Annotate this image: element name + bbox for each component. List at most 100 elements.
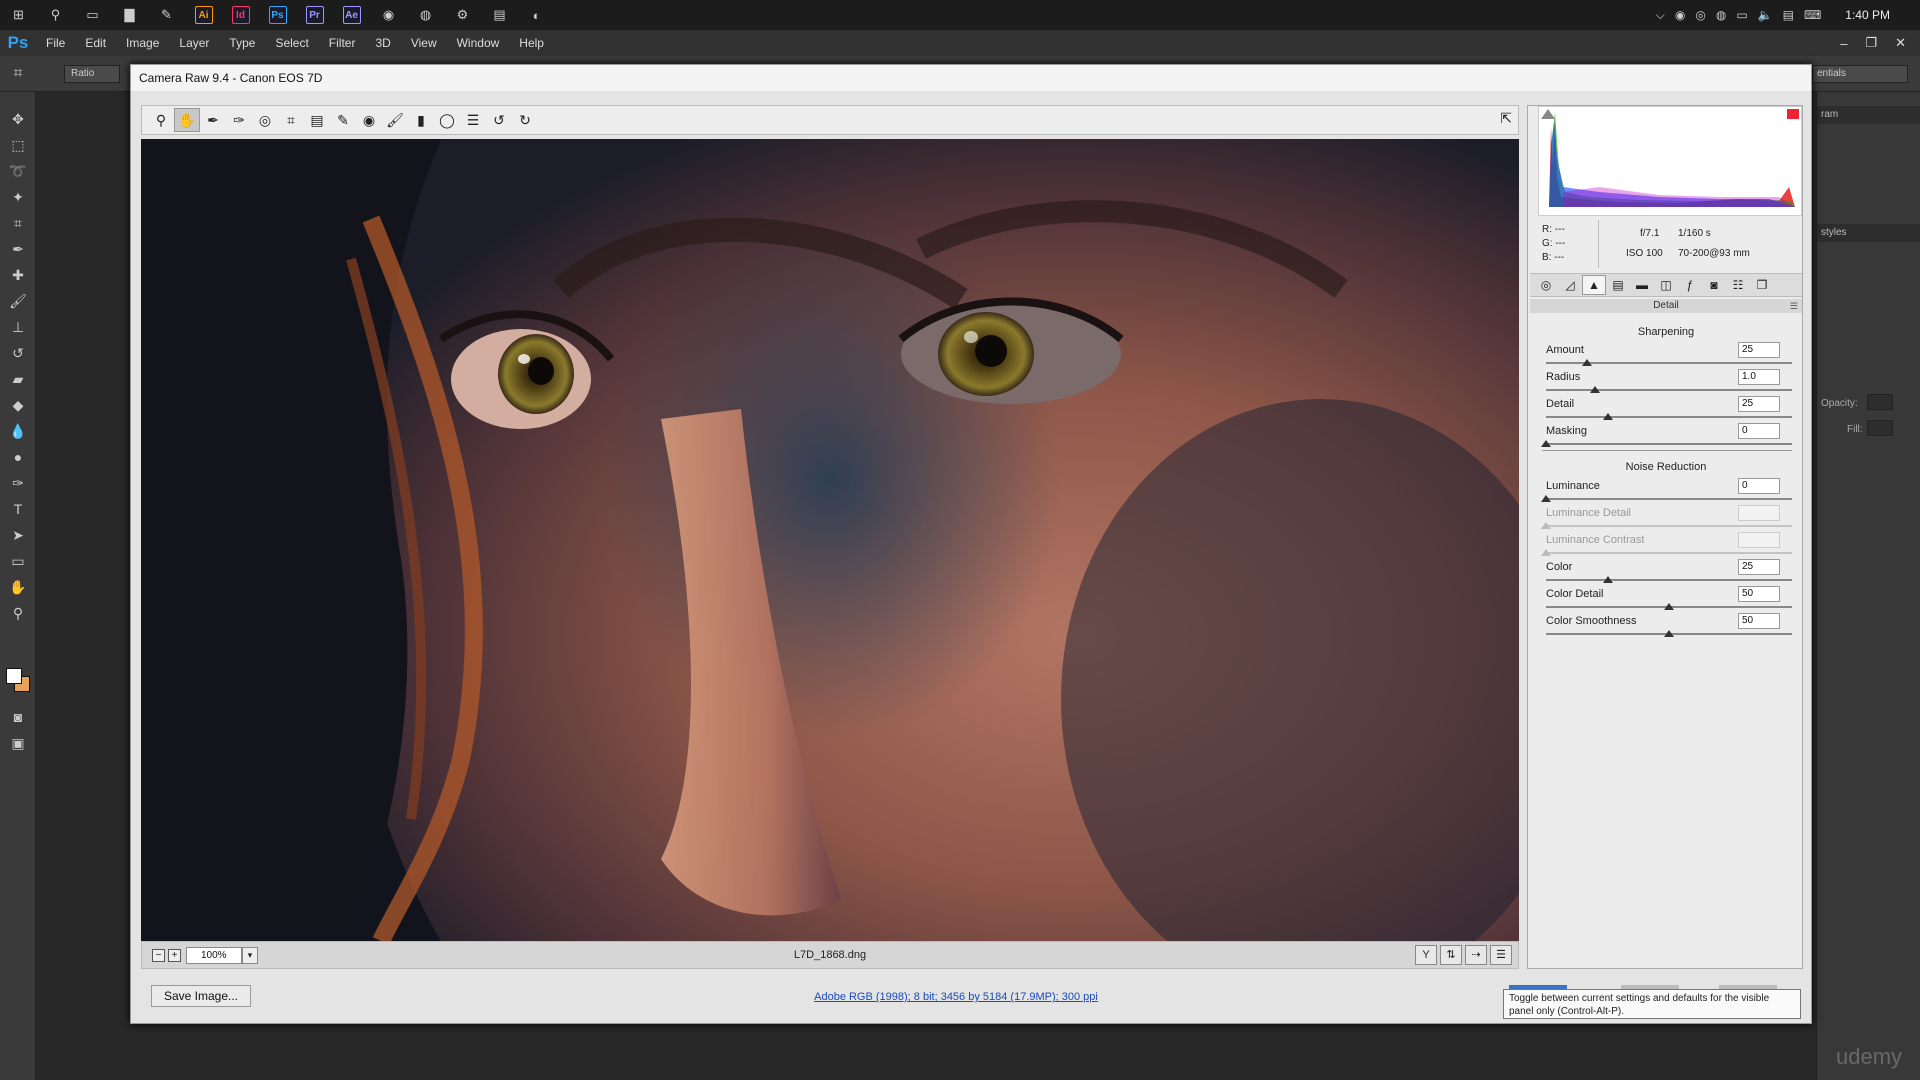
slider-thumb[interactable] xyxy=(1541,440,1551,447)
minimize-icon[interactable]: – xyxy=(1840,36,1847,51)
menu-window[interactable]: Window xyxy=(447,36,510,50)
detail-tab-icon[interactable]: ▲ xyxy=(1582,275,1606,295)
path-selection-tool-icon[interactable]: ➤ xyxy=(0,522,36,548)
quick-mask-icon[interactable]: ◙ xyxy=(0,704,36,730)
lasso-tool-icon[interactable]: ➰ xyxy=(0,158,36,184)
crop-tool-icon[interactable]: ⌗ xyxy=(278,108,304,132)
slider-thumb[interactable] xyxy=(1664,603,1674,610)
snapshots-tab-icon[interactable]: ❐ xyxy=(1750,275,1774,295)
clock[interactable]: 1:40 PM xyxy=(1845,8,1890,22)
adjustment-brush-icon[interactable]: 🖌 xyxy=(382,108,408,132)
eraser-tool-icon[interactable]: ▰ xyxy=(0,366,36,392)
slider-thumb[interactable] xyxy=(1602,413,1613,420)
lens-corrections-tab-icon[interactable]: ◫ xyxy=(1654,275,1678,295)
zoom-tool-icon[interactable]: ⚲ xyxy=(148,108,174,132)
hand-tool-icon[interactable]: ✋ xyxy=(174,108,200,132)
rectangle-tool-icon[interactable]: ▭ xyxy=(0,548,36,574)
browser-1-icon[interactable]: ◉ xyxy=(370,0,407,30)
slider-thumb[interactable] xyxy=(1602,576,1613,583)
opacity-field[interactable] xyxy=(1867,394,1893,410)
color-smoothness-value-field[interactable]: 50 xyxy=(1738,613,1780,629)
healing-brush-tool-icon[interactable]: ✚ xyxy=(0,262,36,288)
effects-tab-icon[interactable]: ƒ xyxy=(1678,275,1702,295)
menu-view[interactable]: View xyxy=(401,36,447,50)
windows-start-icon[interactable]: ⊞ xyxy=(0,0,37,30)
color-value-field[interactable]: 25 xyxy=(1738,559,1780,575)
app-round-icon[interactable]: ◐ xyxy=(518,0,555,30)
dodge-tool-icon[interactable]: ● xyxy=(0,444,36,470)
pen-tool-icon[interactable]: ✑ xyxy=(0,470,36,496)
slider-thumb[interactable] xyxy=(1590,386,1601,393)
camera-calibration-tab-icon[interactable]: ◙ xyxy=(1702,275,1726,295)
preferences-icon[interactable]: ☰ xyxy=(460,108,486,132)
dock-tab-histogram[interactable]: ram xyxy=(1817,106,1920,124)
red-eye-tool-icon[interactable]: ◉ xyxy=(356,108,382,132)
blur-tool-icon[interactable]: 💧 xyxy=(0,418,36,444)
chrome-icon[interactable]: ◍ xyxy=(407,0,444,30)
eyedropper-tool-icon[interactable]: ✒ xyxy=(0,236,36,262)
indesign-icon[interactable]: Id xyxy=(222,0,259,30)
amount-value-field[interactable]: 25 xyxy=(1738,342,1780,358)
keyboard-icon[interactable]: ⌨ xyxy=(1804,8,1821,22)
shadow-clipping-warning[interactable] xyxy=(1541,109,1555,119)
search-icon[interactable]: ⚲ xyxy=(37,0,74,30)
crop-tool-icon[interactable]: ⌗ xyxy=(0,210,36,236)
app-settings-icon[interactable]: ⚙ xyxy=(444,0,481,30)
network-icon[interactable]: ▭ xyxy=(1736,8,1747,22)
slider-thumb[interactable] xyxy=(1582,359,1593,366)
task-view-icon[interactable]: ▭ xyxy=(74,0,111,30)
radius-value-field[interactable]: 1.0 xyxy=(1738,369,1780,385)
paint-bucket-tool-icon[interactable]: ◆ xyxy=(0,392,36,418)
marquee-tool-icon[interactable]: ⬚ xyxy=(0,132,36,158)
fill-field[interactable] xyxy=(1867,420,1893,436)
graduated-filter-icon[interactable]: ▮ xyxy=(408,108,434,132)
masking-value-field[interactable]: 0 xyxy=(1738,423,1780,439)
zoom-tool-icon[interactable]: ⚲ xyxy=(0,600,36,626)
swap-settings-icon[interactable]: ⇅ xyxy=(1440,945,1462,965)
tray-app-icon[interactable]: ◍ xyxy=(1716,8,1726,22)
targeted-adjustment-tool-icon[interactable]: ◎ xyxy=(252,108,278,132)
hsl-tab-icon[interactable]: ▤ xyxy=(1606,275,1630,295)
clone-stamp-tool-icon[interactable]: ⊥ xyxy=(0,314,36,340)
close-icon[interactable]: ✕ xyxy=(1895,35,1906,51)
menu-layer[interactable]: Layer xyxy=(169,36,219,50)
feather-app-icon[interactable]: ✎ xyxy=(148,0,185,30)
menu-help[interactable]: Help xyxy=(509,36,554,50)
chevron-up-icon[interactable]: ⌵ xyxy=(1656,8,1665,23)
straighten-tool-icon[interactable]: ▤ xyxy=(304,108,330,132)
tray-app-icon[interactable]: ◉ xyxy=(1675,8,1685,22)
after-effects-icon[interactable]: Ae xyxy=(333,0,370,30)
slider-track[interactable] xyxy=(1546,498,1792,500)
tone-curve-tab-icon[interactable]: ◿ xyxy=(1558,275,1582,295)
menu-file[interactable]: File xyxy=(36,36,75,50)
hand-tool-icon[interactable]: ✋ xyxy=(0,574,36,600)
slider-thumb[interactable] xyxy=(1664,630,1674,637)
rotate-right-icon[interactable]: ↻ xyxy=(512,108,538,132)
type-tool-icon[interactable]: T xyxy=(0,496,36,522)
notes-app-icon[interactable]: ▤ xyxy=(481,0,518,30)
spot-removal-tool-icon[interactable]: ✎ xyxy=(330,108,356,132)
notification-icon[interactable]: ▤ xyxy=(1783,8,1794,22)
menu-3d[interactable]: 3D xyxy=(365,36,400,50)
color-detail-value-field[interactable]: 50 xyxy=(1738,586,1780,602)
rotate-left-icon[interactable]: ↺ xyxy=(486,108,512,132)
workspace-dropdown[interactable]: entials xyxy=(1812,65,1908,83)
fullscreen-icon[interactable]: ⇱ xyxy=(1500,110,1512,127)
brush-tool-icon[interactable]: 🖌 xyxy=(0,288,36,314)
menu-type[interactable]: Type xyxy=(219,36,265,50)
move-tool-icon[interactable]: ✥ xyxy=(0,106,36,132)
volume-icon[interactable]: 🔈 xyxy=(1758,8,1773,22)
tray-app-icon[interactable]: ◎ xyxy=(1695,8,1705,22)
photoshop-icon[interactable]: Ps xyxy=(259,0,296,30)
menu-filter[interactable]: Filter xyxy=(319,36,366,50)
slider-track[interactable] xyxy=(1546,443,1792,445)
slider-thumb[interactable] xyxy=(1541,495,1551,502)
toggle-defaults-icon[interactable]: ☰ xyxy=(1490,945,1512,965)
color-sampler-tool-icon[interactable]: ✑ xyxy=(226,108,252,132)
basic-tab-icon[interactable]: ◎ xyxy=(1534,275,1558,295)
file-explorer-icon[interactable]: ▇ xyxy=(111,0,148,30)
menu-select[interactable]: Select xyxy=(265,36,318,50)
illustrator-icon[interactable]: Ai xyxy=(185,0,222,30)
restore-icon[interactable]: ❐ xyxy=(1865,35,1877,51)
highlight-clipping-warning[interactable] xyxy=(1787,109,1799,119)
